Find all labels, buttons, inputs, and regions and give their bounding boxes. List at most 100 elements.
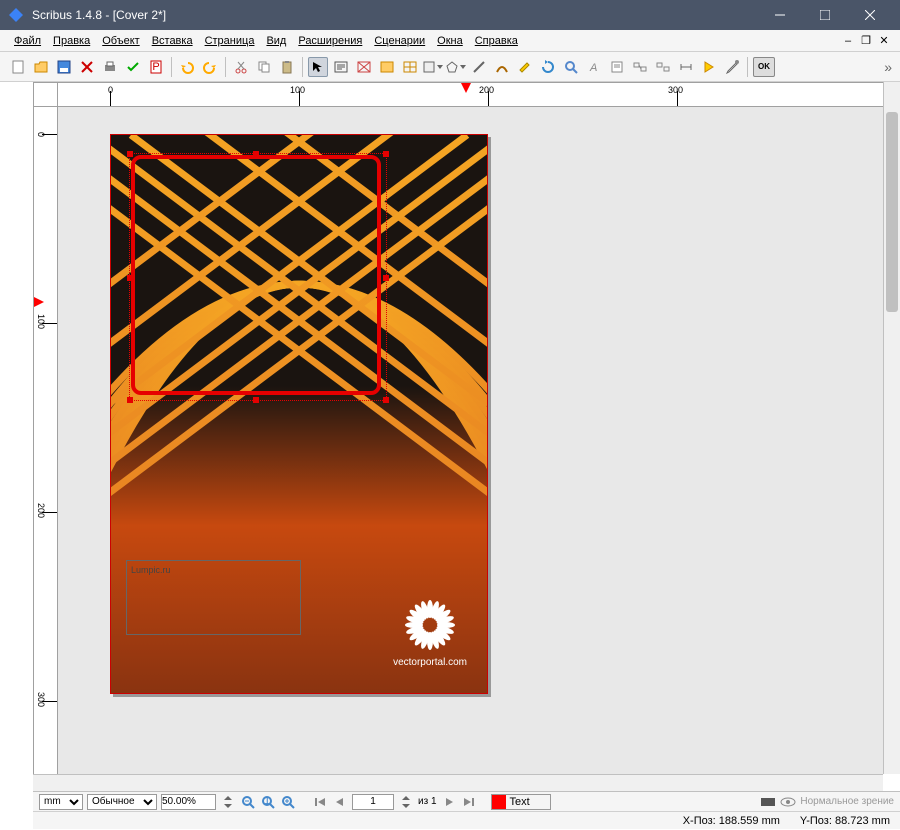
titlebar: Scribus 1.4.8 - [Cover 2*]	[0, 0, 900, 30]
xpos-readout: X-Поз: 188.559 mm	[683, 815, 780, 827]
rotate-tool[interactable]	[538, 57, 558, 77]
page-spinner[interactable]	[398, 794, 414, 810]
selected-shape[interactable]	[131, 155, 381, 395]
edit-text-tool[interactable]: A	[584, 57, 604, 77]
link-frames-tool[interactable]	[630, 57, 650, 77]
bezier-tool[interactable]	[492, 57, 512, 77]
page-total-label: из 1	[418, 796, 437, 807]
doc-minimize-button[interactable]: –	[840, 33, 856, 49]
menubar: Файл Правка Объект Вставка Страница Вид …	[0, 30, 900, 52]
cms-toggle-button[interactable]	[760, 794, 776, 810]
menu-script[interactable]: Сценарии	[368, 33, 431, 49]
document-page[interactable]: Lumpic.ru vectorportal.com	[110, 134, 488, 694]
close-doc-button[interactable]	[77, 57, 97, 77]
resize-handle-e[interactable]	[383, 275, 389, 281]
resize-handle-sw[interactable]	[127, 397, 133, 403]
zoom-tool[interactable]	[561, 57, 581, 77]
logo-text: vectorportal.com	[393, 657, 467, 668]
redo-button[interactable]	[200, 57, 220, 77]
menu-object[interactable]: Объект	[96, 33, 145, 49]
freehand-tool[interactable]	[515, 57, 535, 77]
resize-handle-ne[interactable]	[383, 151, 389, 157]
resize-handle-n[interactable]	[253, 151, 259, 157]
copy-button[interactable]	[254, 57, 274, 77]
close-button[interactable]	[847, 0, 892, 30]
menu-file[interactable]: Файл	[8, 33, 47, 49]
text-frame-tool[interactable]	[331, 57, 351, 77]
zoom-spinner[interactable]	[220, 794, 236, 810]
last-page-button[interactable]	[461, 794, 477, 810]
shape-tool[interactable]	[423, 57, 443, 77]
cut-button[interactable]	[231, 57, 251, 77]
copy-props-tool[interactable]	[699, 57, 719, 77]
layer-select[interactable]: Text	[491, 794, 551, 810]
unlink-frames-tool[interactable]	[653, 57, 673, 77]
ruler-vertical[interactable]: 0 100 200 300	[33, 107, 58, 774]
ruler-horizontal[interactable]: 0 100 200 300	[58, 82, 883, 107]
table-tool[interactable]	[400, 57, 420, 77]
zoom-out-button[interactable]	[240, 794, 256, 810]
menu-extras[interactable]: Расширения	[292, 33, 368, 49]
polygon-tool[interactable]	[446, 57, 466, 77]
app-icon	[8, 7, 24, 23]
zoom-reset-button[interactable]: 1	[260, 794, 276, 810]
logo-area: vectorportal.com	[393, 600, 467, 668]
resize-handle-nw[interactable]	[127, 151, 133, 157]
doc-restore-button[interactable]: ❐	[858, 33, 874, 49]
ok-button[interactable]: OK	[753, 57, 775, 77]
zoom-in-button[interactable]	[280, 794, 296, 810]
preview-quality-select[interactable]: Обычное	[87, 794, 157, 810]
minimize-button[interactable]	[757, 0, 802, 30]
zoom-input[interactable]	[161, 794, 216, 810]
page-number-input[interactable]	[352, 794, 394, 810]
next-page-button[interactable]	[441, 794, 457, 810]
unit-select[interactable]: mm	[39, 794, 83, 810]
first-page-button[interactable]	[312, 794, 328, 810]
eyedropper-tool[interactable]	[722, 57, 742, 77]
maximize-button[interactable]	[802, 0, 847, 30]
print-button[interactable]	[100, 57, 120, 77]
scrollbar-vertical[interactable]	[883, 82, 900, 774]
menu-help[interactable]: Справка	[469, 33, 524, 49]
measure-tool[interactable]	[676, 57, 696, 77]
ypos-readout: Y-Поз: 88.723 mm	[800, 815, 890, 827]
prev-page-button[interactable]	[332, 794, 348, 810]
menu-edit[interactable]: Правка	[47, 33, 96, 49]
layer-name: Text	[506, 796, 550, 808]
window-title: Scribus 1.4.8 - [Cover 2*]	[32, 8, 757, 22]
svg-text:1: 1	[264, 795, 270, 807]
resize-handle-w[interactable]	[127, 275, 133, 281]
toolbar: P A OK »	[0, 52, 900, 82]
menu-page[interactable]: Страница	[199, 33, 261, 49]
undo-button[interactable]	[177, 57, 197, 77]
canvas-viewport[interactable]: Lumpic.ru vectorportal.com	[58, 107, 883, 774]
svg-text:P: P	[152, 61, 159, 73]
svg-text:A: A	[589, 62, 597, 74]
sunburst-icon	[405, 600, 455, 650]
text-frame[interactable]: Lumpic.ru	[126, 560, 301, 635]
preflight-button[interactable]	[123, 57, 143, 77]
story-editor-tool[interactable]	[607, 57, 627, 77]
statusbar: mm Обычное 1 из 1 Text Нормальное зрение…	[33, 791, 900, 829]
open-button[interactable]	[31, 57, 51, 77]
export-pdf-button[interactable]: P	[146, 57, 166, 77]
paste-button[interactable]	[277, 57, 297, 77]
ruler-origin[interactable]	[33, 82, 58, 107]
resize-handle-s[interactable]	[253, 397, 259, 403]
preview-toggle-button[interactable]	[780, 794, 796, 810]
render-frame-tool[interactable]	[377, 57, 397, 77]
vision-mode-label: Нормальное зрение	[800, 796, 894, 807]
line-tool[interactable]	[469, 57, 489, 77]
resize-handle-se[interactable]	[383, 397, 389, 403]
menu-insert[interactable]: Вставка	[146, 33, 199, 49]
image-frame-tool[interactable]	[354, 57, 374, 77]
layer-color-swatch	[492, 795, 506, 809]
select-tool[interactable]	[308, 57, 328, 77]
doc-close-button[interactable]: ✕	[876, 33, 892, 49]
save-button[interactable]	[54, 57, 74, 77]
new-button[interactable]	[8, 57, 28, 77]
menu-windows[interactable]: Окна	[431, 33, 469, 49]
toolbar-overflow[interactable]: »	[884, 59, 892, 75]
scrollbar-horizontal[interactable]	[33, 774, 883, 791]
menu-view[interactable]: Вид	[260, 33, 292, 49]
